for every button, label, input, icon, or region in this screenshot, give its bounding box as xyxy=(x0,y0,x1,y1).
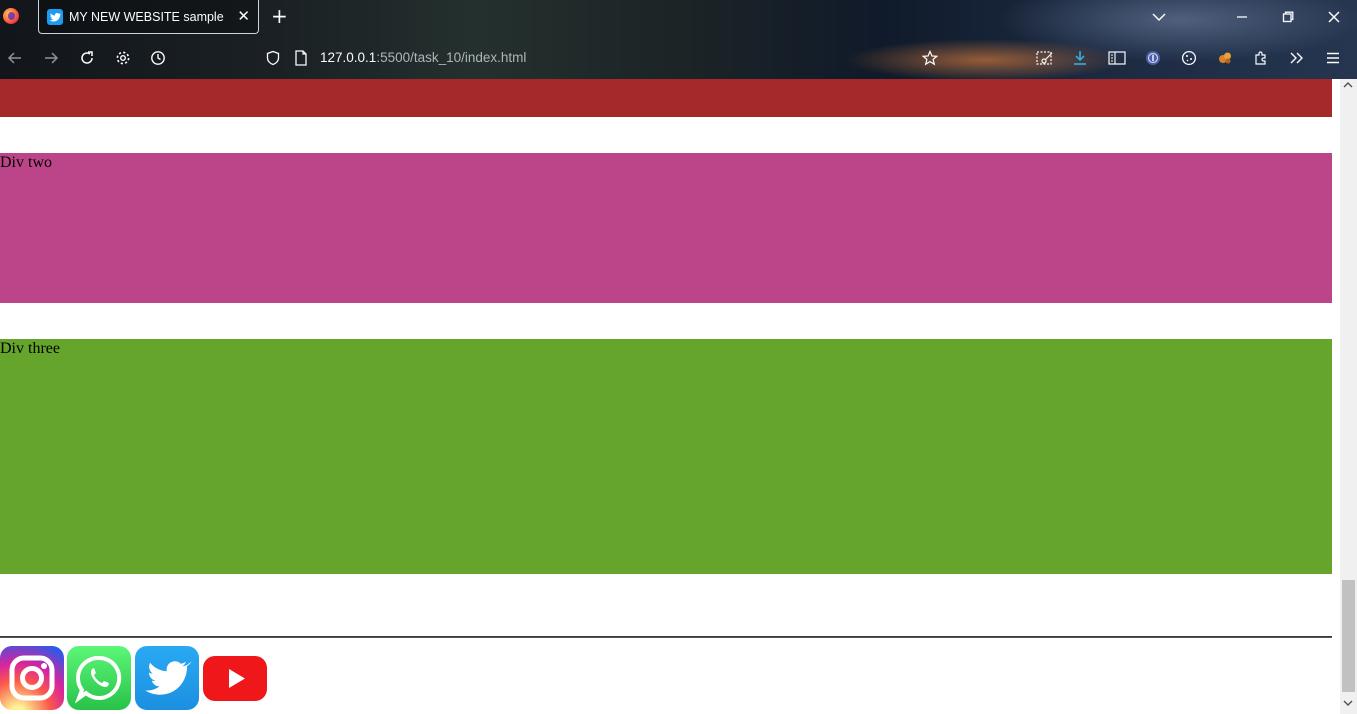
minimize-icon[interactable] xyxy=(1232,8,1252,26)
scroll-up-icon[interactable] xyxy=(1343,81,1353,92)
back-icon[interactable] xyxy=(5,48,25,68)
horizontal-rule xyxy=(0,636,1332,638)
settings-gear-icon[interactable] xyxy=(113,48,133,68)
extension-orange-icon[interactable] xyxy=(1215,48,1235,68)
url-bar[interactable]: 127.0.0.1:5500/task_10/index.html xyxy=(320,50,526,65)
page-viewport: Div two Div three xyxy=(0,79,1340,714)
extension-blue-icon[interactable] xyxy=(1143,48,1163,68)
reload-icon[interactable] xyxy=(77,48,97,68)
downloads-icon[interactable] xyxy=(1070,48,1090,68)
vertical-scrollbar[interactable] xyxy=(1340,79,1357,714)
url-host: 127.0.0.1 xyxy=(320,50,377,65)
new-tab-button[interactable]: + xyxy=(271,5,288,27)
tab-title: MY NEW WEBSITE sample xyxy=(69,9,224,24)
tab-active[interactable]: MY NEW WEBSITE sample ✕ xyxy=(38,0,259,34)
page-info-icon[interactable] xyxy=(291,48,311,68)
more-tools-chevron-icon[interactable] xyxy=(1287,48,1307,68)
cookie-icon[interactable] xyxy=(1179,48,1199,68)
forward-icon[interactable] xyxy=(41,48,61,68)
div-three-block: Div three xyxy=(0,339,1332,574)
bookmark-star-icon[interactable] xyxy=(920,48,940,68)
div-one-block xyxy=(0,79,1332,117)
restore-icon[interactable] xyxy=(1278,8,1298,26)
firefox-icon[interactable] xyxy=(3,8,19,24)
youtube-icon[interactable] xyxy=(203,656,267,701)
div-two-label: Div two xyxy=(0,154,52,171)
tab-bar: MY NEW WEBSITE sample ✕ + xyxy=(0,0,1357,36)
div-two-block: Div two xyxy=(0,153,1332,303)
list-all-tabs-icon[interactable] xyxy=(1149,8,1169,26)
screenshot-icon[interactable] xyxy=(1035,48,1055,68)
reader-view-icon[interactable] xyxy=(1107,48,1127,68)
extensions-puzzle-icon[interactable] xyxy=(1251,48,1271,68)
div-three-label: Div three xyxy=(0,340,60,357)
tab-close-icon[interactable]: ✕ xyxy=(237,8,250,24)
close-window-icon[interactable] xyxy=(1324,8,1344,26)
scroll-down-icon[interactable] xyxy=(1343,699,1353,710)
scrollbar-thumb[interactable] xyxy=(1342,580,1355,692)
menu-hamburger-icon[interactable] xyxy=(1323,48,1343,68)
instagram-icon[interactable] xyxy=(0,646,64,710)
browser-chrome: MY NEW WEBSITE sample ✕ + 127.0.0.1:5500… xyxy=(0,0,1357,79)
twitter-favicon-icon xyxy=(47,8,63,25)
twitter-icon[interactable] xyxy=(135,646,199,710)
url-path: :5500/task_10/index.html xyxy=(376,50,527,65)
tracking-protection-shield-icon[interactable] xyxy=(263,48,283,68)
whatsapp-icon[interactable] xyxy=(67,646,131,710)
navigation-toolbar: 127.0.0.1:5500/task_10/index.html xyxy=(0,38,1357,79)
history-clock-icon[interactable] xyxy=(148,48,168,68)
